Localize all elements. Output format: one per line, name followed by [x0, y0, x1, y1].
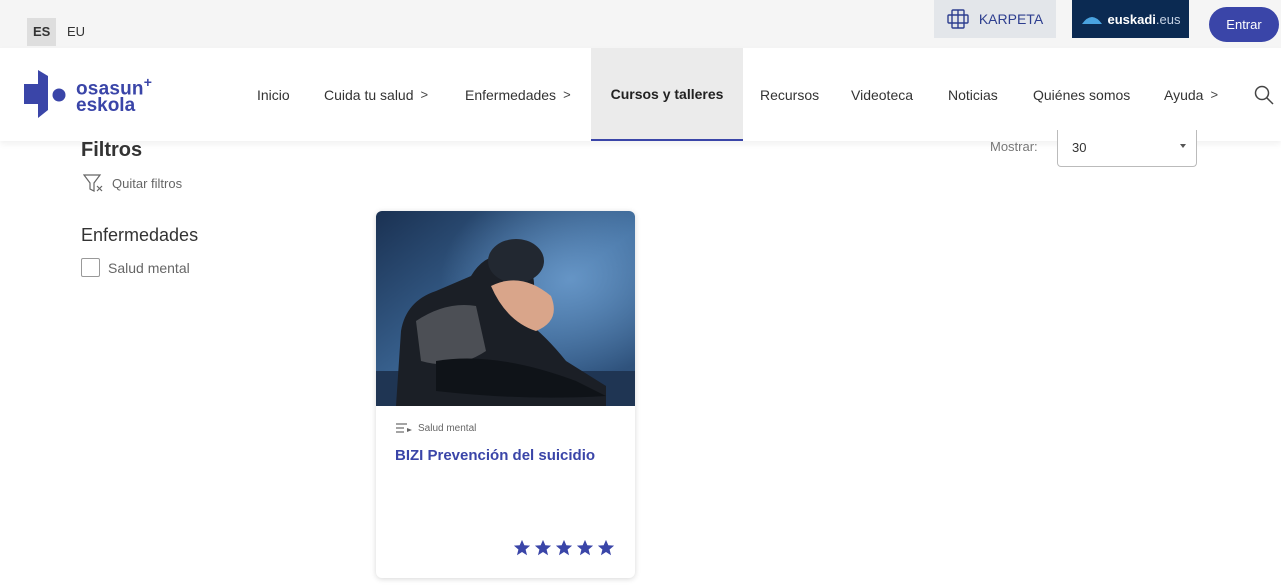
chevron-right-icon: >	[420, 87, 429, 102]
course-category: Salud mental	[396, 422, 476, 434]
login-button[interactable]: Entrar	[1209, 7, 1279, 42]
star-icon	[576, 539, 594, 556]
lang-es-button[interactable]: ES	[27, 18, 57, 46]
main-navbar: osasun+ eskola Inicio Cuida tu salud > En…	[0, 48, 1281, 141]
karpeta-button[interactable]: KARPETA	[934, 0, 1056, 38]
filter-checkbox[interactable]	[81, 258, 100, 277]
euskadi-brand-text: euskadi.eus	[1107, 11, 1181, 27]
star-icon	[555, 539, 573, 556]
nav-cuida-tu-salud[interactable]: Cuida tu salud >	[324, 48, 428, 141]
star-icon	[513, 539, 531, 556]
nav-ayuda[interactable]: Ayuda >	[1164, 48, 1218, 141]
logo-mark-icon	[24, 70, 66, 118]
nav-videoteca[interactable]: Videoteca	[851, 48, 913, 141]
nav-recursos[interactable]: Recursos	[760, 48, 819, 141]
nav-noticias[interactable]: Noticias	[948, 48, 998, 141]
logo-text: osasun+ eskola	[76, 73, 153, 117]
karpeta-label: KARPETA	[978, 11, 1044, 27]
filter-option-salud-mental[interactable]: Salud mental	[81, 258, 190, 277]
nav-inicio[interactable]: Inicio	[257, 48, 290, 141]
star-icon	[597, 539, 615, 556]
show-count-label: Mostrar:	[990, 139, 1038, 154]
course-card[interactable]: Salud mental BIZI Prevención del suicidi…	[376, 211, 635, 578]
rating-stars	[513, 539, 615, 557]
site-logo[interactable]: osasun+ eskola	[24, 70, 152, 118]
course-title[interactable]: BIZI Prevención del suicidio	[395, 447, 595, 464]
nav-quienes-somos[interactable]: Quiénes somos	[1033, 48, 1130, 141]
euskadi-link[interactable]: euskadi.eus	[1072, 0, 1189, 38]
playlist-icon	[396, 423, 412, 433]
search-icon[interactable]	[1254, 85, 1274, 105]
chevron-right-icon: >	[1210, 87, 1219, 102]
course-category-label: Salud mental	[418, 422, 477, 434]
clear-filters-button[interactable]: Quitar filtros	[83, 174, 182, 193]
nav-cursos-y-talleres[interactable]: Cursos y talleres	[591, 48, 743, 141]
show-count-value: 30	[1072, 140, 1087, 155]
filter-clear-icon	[83, 174, 103, 192]
caret-down-icon	[1180, 144, 1186, 148]
filters-title: Filtros	[81, 139, 143, 161]
show-count-select[interactable]: 30	[1057, 130, 1197, 167]
karpeta-icon	[947, 9, 969, 29]
filter-option-label: Salud mental	[108, 259, 190, 276]
star-icon	[534, 539, 552, 556]
lang-eu-button[interactable]: EU	[61, 18, 91, 46]
filter-group-title: Enfermedades	[81, 225, 199, 245]
course-image	[376, 211, 635, 406]
clear-filters-label: Quitar filtros	[112, 176, 183, 191]
top-utility-bar: ES EU KARPETA euskadi.eus Entrar	[0, 0, 1281, 48]
nav-enfermedades[interactable]: Enfermedades >	[465, 48, 571, 141]
euskadi-logo-icon	[1081, 17, 1102, 24]
chevron-right-icon: >	[563, 87, 571, 102]
